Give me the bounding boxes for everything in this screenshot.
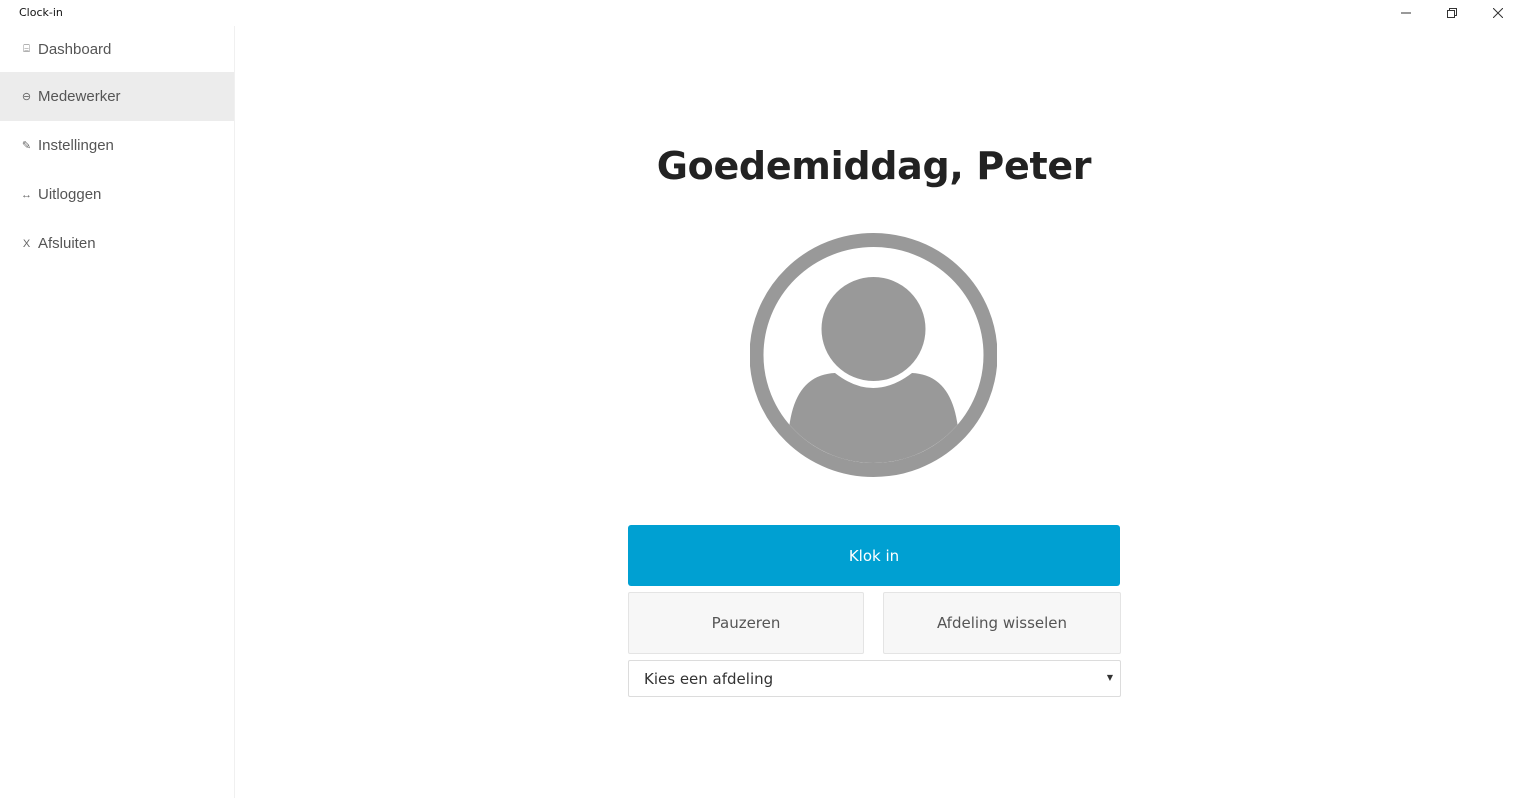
close-app-icon: X [22, 237, 31, 250]
sidebar-item-dashboard[interactable]: ⌸ Dashboard [0, 26, 234, 72]
window-title: Clock-in [19, 6, 63, 19]
close-button[interactable] [1475, 0, 1521, 26]
sidebar-item-label: Afsluiten [38, 235, 96, 252]
chevron-down-icon: ▼ [1106, 673, 1113, 682]
sidebar-item-label: Uitloggen [38, 186, 102, 203]
sidebar-item-label: Dashboard [38, 40, 112, 58]
sidebar-item-afsluiten[interactable]: X Afsluiten [0, 219, 234, 268]
sidebar-item-label: Medewerker [38, 88, 121, 105]
app-window: Clock-in ⌸ Dashboard ⊖ Medewerker ✎ Inst… [0, 0, 1521, 798]
department-select-value: Kies een afdeling [644, 669, 774, 688]
sidebar-item-medewerker[interactable]: ⊖ Medewerker [0, 72, 234, 121]
close-icon [1493, 8, 1503, 18]
minimize-icon [1401, 12, 1411, 14]
pen-icon: ✎ [21, 140, 32, 152]
clock-in-button[interactable]: Klok in [628, 525, 1120, 586]
restore-icon [1447, 8, 1457, 18]
pause-button[interactable]: Pauzeren [628, 592, 864, 654]
restore-button[interactable] [1429, 0, 1475, 26]
sidebar-item-label: Instellingen [38, 137, 114, 154]
switch-department-button[interactable]: Afdeling wisselen [883, 592, 1121, 654]
user-icon: ⊖ [21, 91, 32, 103]
department-select[interactable]: Kies een afdeling ▼ [628, 660, 1121, 697]
sidebar: ⌸ Dashboard ⊖ Medewerker ✎ Instellingen … [0, 26, 235, 798]
sidebar-item-uitloggen[interactable]: ↔ Uitloggen [0, 170, 234, 219]
main-content: Goedemiddag, Peter Klok in Pauzeren Afde… [235, 26, 1521, 798]
sidebar-item-instellingen[interactable]: ✎ Instellingen [0, 121, 234, 170]
window-controls [1383, 0, 1521, 26]
minimize-button[interactable] [1383, 0, 1429, 26]
title-bar: Clock-in [0, 0, 1521, 26]
logout-icon: ↔ [21, 188, 32, 201]
user-avatar-icon [750, 233, 997, 477]
dashboard-icon: ⌸ [23, 42, 30, 55]
greeting-title: Goedemiddag, Peter [656, 144, 1092, 188]
